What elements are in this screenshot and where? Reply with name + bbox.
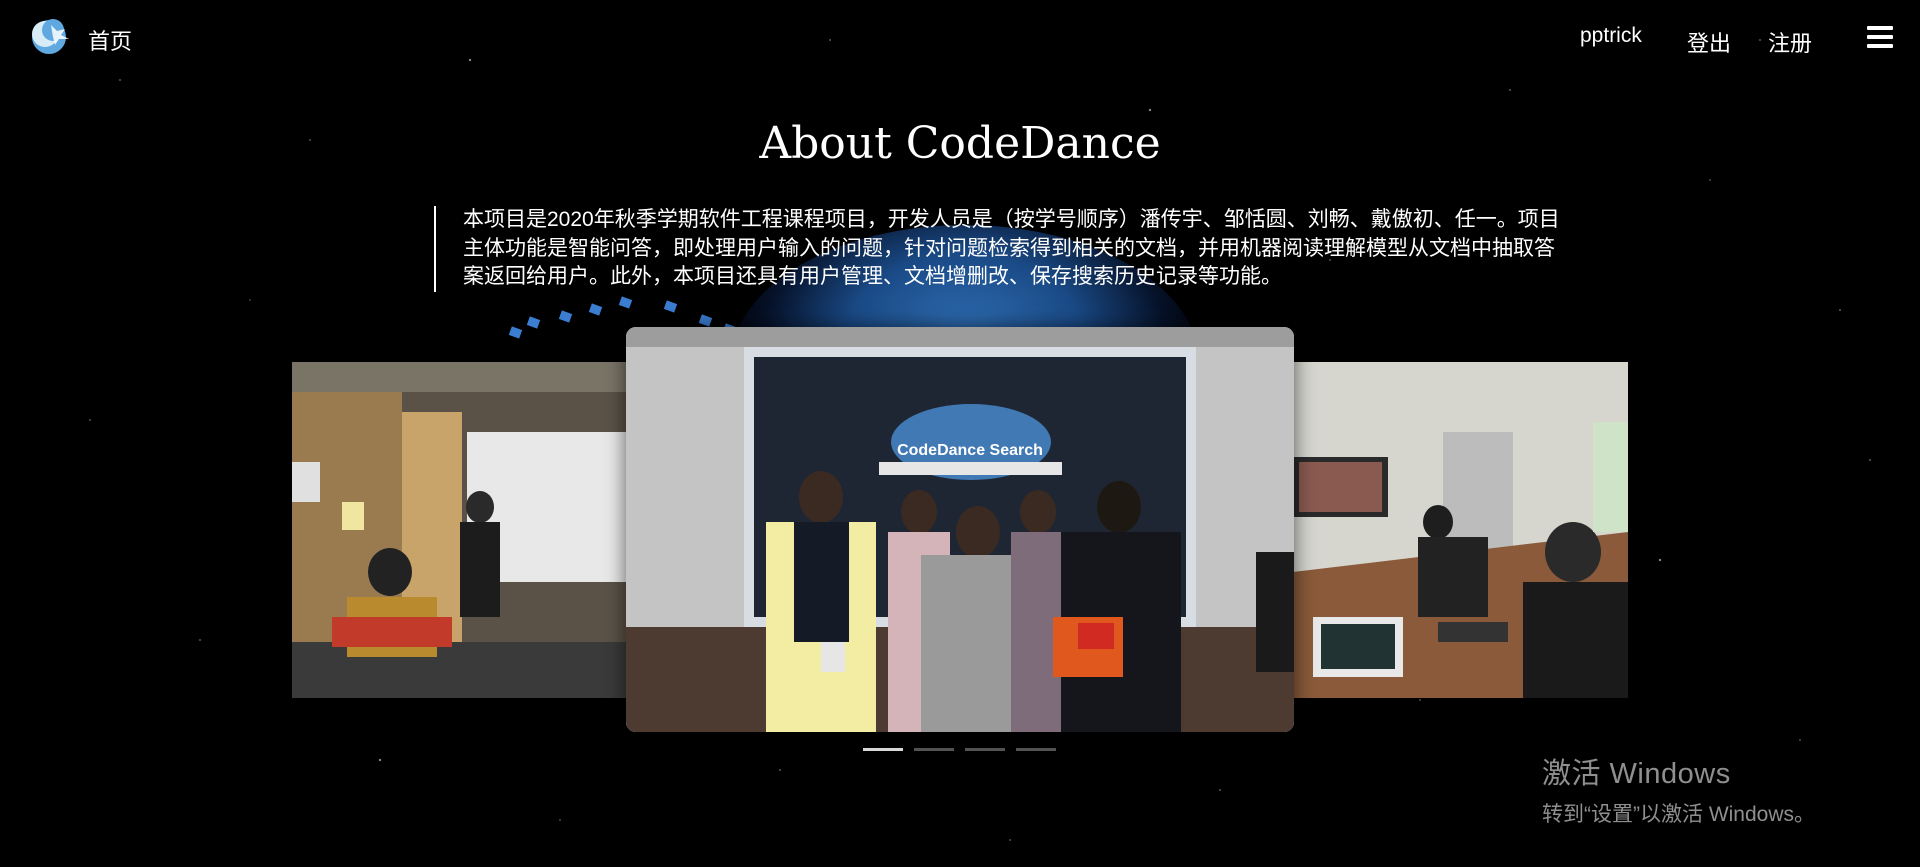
- lab-photo: [1293, 362, 1628, 698]
- globe-particle: [588, 303, 603, 316]
- navbar: 首页 pptrick 登出 注册: [0, 0, 1920, 78]
- carousel-slide-right[interactable]: [1293, 362, 1628, 698]
- svg-text:CodeDance Search: CodeDance Search: [897, 442, 1043, 459]
- logout-link[interactable]: 登出: [1687, 26, 1731, 58]
- carousel-indicator-2[interactable]: [914, 748, 954, 751]
- carousel-indicator-1[interactable]: [863, 748, 903, 751]
- whiteboard-photo: [292, 362, 627, 698]
- projected-text: CodeDance Search: [897, 442, 1043, 459]
- register-link[interactable]: 注册: [1768, 26, 1812, 58]
- globe-particle: [663, 300, 678, 313]
- globe-particle: [508, 326, 523, 339]
- globe-particle: [526, 316, 541, 329]
- globe-particle: [558, 310, 573, 323]
- watermark-subtitle: 转到“设置”以激活 Windows。: [1542, 803, 1816, 826]
- carousel-slide-center[interactable]: CodeDance Search: [626, 327, 1294, 732]
- hamburger-menu-icon[interactable]: [1867, 26, 1893, 48]
- username-link[interactable]: pptrick: [1580, 24, 1642, 48]
- project-description: 本项目是2020年秋季学期软件工程课程项目，开发人员是（按学号顺序）潘传宇、邹恬…: [434, 206, 1563, 292]
- watermark-title: 激活 Windows: [1542, 758, 1731, 790]
- page-title: About CodeDance: [759, 118, 1161, 169]
- carousel-slide-left[interactable]: [292, 362, 627, 698]
- home-link[interactable]: 首页: [88, 24, 132, 56]
- globe-particle: [618, 296, 633, 309]
- moon-logo-icon[interactable]: [31, 17, 71, 55]
- carousel-indicator-4[interactable]: [1016, 748, 1056, 751]
- globe-particle: [698, 314, 713, 327]
- windows-activation-watermark: 激活 Windows 转到“设置”以激活 Windows。: [1542, 750, 1815, 828]
- carousel-indicator-3[interactable]: [965, 748, 1005, 751]
- carousel-indicators: [863, 748, 1056, 751]
- team-photo: CodeDance Search: [626, 327, 1294, 732]
